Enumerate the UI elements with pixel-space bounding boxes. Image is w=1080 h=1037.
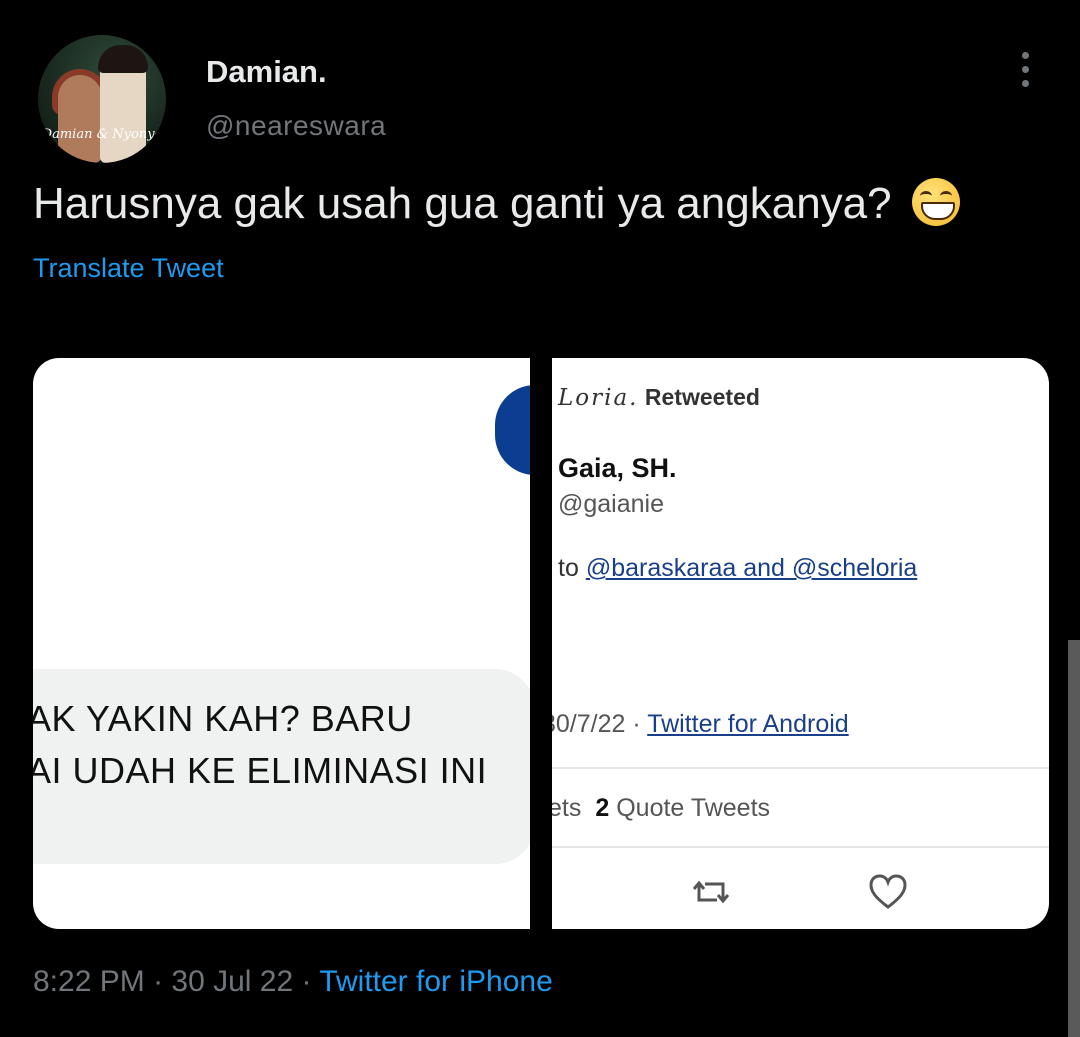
author-name[interactable]: Damian.: [206, 54, 327, 90]
separator-dot: ·: [301, 965, 320, 998]
quoted-date: 30/7/22: [552, 710, 626, 738]
quote-label: Quote Tweets: [616, 794, 771, 822]
reply-prefix: to: [558, 554, 579, 582]
separator-dot: ·: [632, 710, 641, 738]
scrollbar[interactable]: [1068, 640, 1080, 1037]
retweeter-name: Loria.: [558, 385, 639, 411]
tweet-date: 30 Jul 22: [171, 965, 294, 998]
tweet-source-link[interactable]: Twitter for iPhone: [319, 965, 552, 998]
retweeted-label: Retweeted: [644, 384, 760, 410]
avatar-signature: Damian & Nyonya: [41, 127, 163, 142]
quoted-date-line: 30/7/22 · Twitter for Android: [552, 710, 849, 739]
avatar[interactable]: Damian & Nyonya: [38, 35, 166, 163]
separator-dot: ·: [153, 965, 172, 998]
retweeted-by: Loria. Retweeted: [558, 384, 760, 411]
divider: [552, 846, 1049, 848]
media-image-left[interactable]: AK YAKIN KAH? BARU AI UDAH KE ELIMINASI …: [33, 358, 530, 929]
retweets-label-partial: ets: [552, 794, 582, 822]
reply-to-line: to @baraskaraa and @scheloria: [558, 554, 917, 583]
quoted-author-name: Gaia, SH.: [558, 453, 677, 483]
quote-count: 2: [595, 794, 610, 822]
tweet-meta: 8:22 PM · 30 Jul 22 · Twitter for iPhone: [33, 965, 553, 999]
quoted-source: Twitter for Android: [647, 710, 849, 738]
chat-text-line: AK YAKIN KAH? BARU: [33, 698, 413, 739]
tweet-text: Harusnya gak usah gua ganti ya angkanya?: [33, 178, 960, 229]
translate-tweet-link[interactable]: Translate Tweet: [33, 253, 224, 284]
chat-bubble-blue: [495, 385, 530, 475]
tweet-media[interactable]: AK YAKIN KAH? BARU AI UDAH KE ELIMINASI …: [33, 358, 1049, 929]
more-options-icon[interactable]: [1014, 50, 1038, 90]
tweet-text-content: Harusnya gak usah gua ganti ya angkanya?: [33, 179, 892, 228]
divider: [552, 767, 1049, 769]
tweet-time: 8:22 PM: [33, 965, 145, 998]
avatar-figure-hair: [98, 45, 148, 73]
author-handle[interactable]: @neareswara: [206, 110, 386, 142]
retweet-icon: [692, 880, 730, 904]
chat-text-line: AI UDAH KE ELIMINASI INI: [33, 750, 488, 791]
grinning-emoji-icon: [911, 178, 960, 226]
tweet-stats: ets 2 Quote Tweets: [552, 794, 770, 823]
heart-icon: [869, 874, 907, 909]
reply-targets: @baraskaraa and @scheloria: [585, 554, 918, 582]
avatar-figure: [58, 75, 102, 163]
quoted-author-handle: @gaianie: [558, 490, 665, 518]
media-image-right[interactable]: Loria. Retweeted Gaia, SH. @gaianie to @…: [552, 358, 1049, 929]
